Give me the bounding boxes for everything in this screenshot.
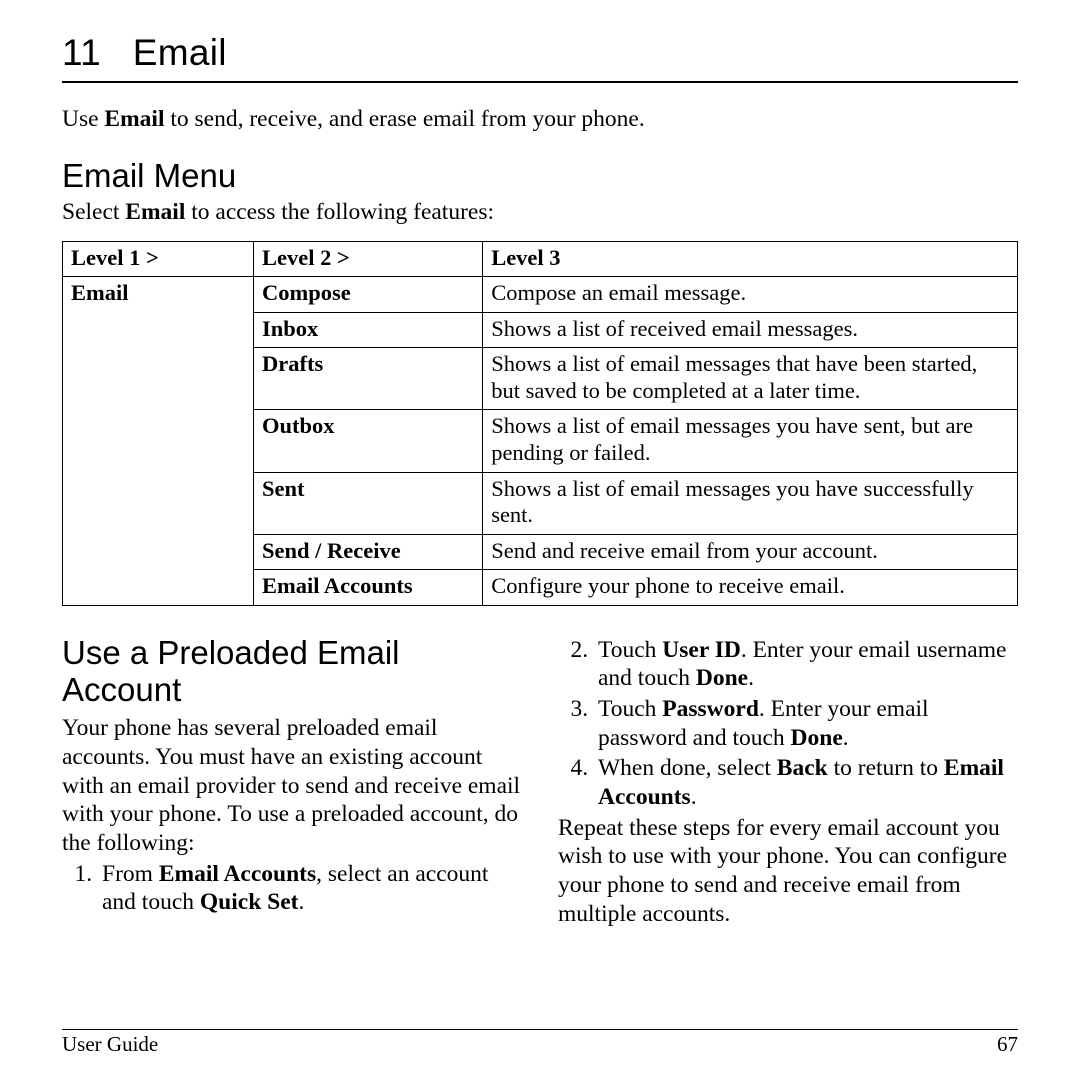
two-column-layout: Use a Preloaded Email Account Your phone… <box>62 634 1018 931</box>
table-header-row: Level 1 > Level 2 > Level 3 <box>63 241 1018 277</box>
title-rule <box>62 81 1018 83</box>
closing-paragraph: Repeat these steps for every email accou… <box>558 814 1018 929</box>
step-1: From Email Accounts, select an account a… <box>98 860 522 917</box>
preloaded-account-title: Use a Preloaded Email Account <box>62 634 522 709</box>
table-row: Email Compose Compose an email message. <box>63 277 1018 313</box>
cell-level1-email: Email <box>63 277 254 605</box>
steps-list-left: From Email Accounts, select an account a… <box>62 860 522 917</box>
step-2: Touch User ID. Enter your email username… <box>594 636 1018 693</box>
cell-l3: Send and receive email from your account… <box>483 534 1018 570</box>
cell-l2: Email Accounts <box>254 570 483 606</box>
steps-list-right: Touch User ID. Enter your email username… <box>558 636 1018 812</box>
cell-l2: Outbox <box>254 410 483 472</box>
cell-l2: Drafts <box>254 348 483 410</box>
chapter-title: 11 Email <box>62 30 1018 75</box>
cell-l3: Shows a list of email messages that have… <box>483 348 1018 410</box>
page-footer: User Guide 67 <box>62 1029 1018 1058</box>
cell-l2: Compose <box>254 277 483 313</box>
footer-page-number: 67 <box>997 1032 1018 1058</box>
step-4: When done, select Back to return to Emai… <box>594 754 1018 811</box>
section-email-menu-title: Email Menu <box>62 156 1018 196</box>
intro-paragraph: Use Email to send, receive, and erase em… <box>62 105 1018 134</box>
cell-l3: Shows a list of email messages you have … <box>483 410 1018 472</box>
cell-l2: Inbox <box>254 312 483 348</box>
footer-row: User Guide 67 <box>62 1032 1018 1058</box>
footer-rule <box>62 1029 1018 1030</box>
step-3: Touch Password. Enter your email passwor… <box>594 695 1018 752</box>
preloaded-account-body: Your phone has several preloaded email a… <box>62 714 522 857</box>
cell-l3: Configure your phone to receive email. <box>483 570 1018 606</box>
header-level-2: Level 2 > <box>254 241 483 277</box>
header-level-3: Level 3 <box>483 241 1018 277</box>
left-column: Use a Preloaded Email Account Your phone… <box>62 634 522 931</box>
email-menu-table: Level 1 > Level 2 > Level 3 Email Compos… <box>62 241 1018 606</box>
cell-l3: Shows a list of received email messages. <box>483 312 1018 348</box>
footer-left: User Guide <box>62 1032 158 1058</box>
header-level-1: Level 1 > <box>63 241 254 277</box>
cell-l2: Sent <box>254 472 483 534</box>
cell-l3: Shows a list of email messages you have … <box>483 472 1018 534</box>
cell-l3: Compose an email message. <box>483 277 1018 313</box>
right-column: Touch User ID. Enter your email username… <box>558 634 1018 931</box>
chapter-number: 11 <box>62 32 101 73</box>
cell-l2: Send / Receive <box>254 534 483 570</box>
section-email-menu-lead: Select Email to access the following fea… <box>62 198 1018 227</box>
chapter-name: Email <box>133 32 227 73</box>
